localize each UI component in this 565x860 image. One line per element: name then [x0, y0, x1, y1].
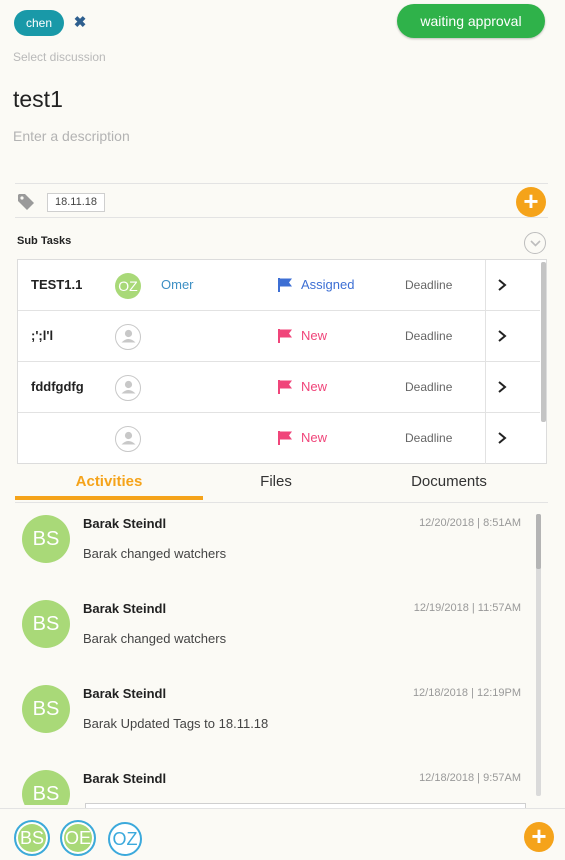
avatar: BS: [22, 685, 70, 733]
discussion-select[interactable]: Select discussion: [13, 50, 106, 64]
activity-item: BS Barak Steindl 12/19/2018 | 11:57AM Ba…: [13, 590, 523, 675]
subtask-name[interactable]: ;';l'l: [31, 328, 53, 343]
activity-feed: BS Barak Steindl 12/20/2018 | 8:51AM Bar…: [13, 505, 543, 805]
avatar: BS: [22, 515, 70, 563]
activity-text: Barak changed watchers: [83, 631, 227, 646]
user-placeholder-icon: [115, 426, 141, 452]
divider: [485, 362, 486, 413]
subtask-deadline[interactable]: Deadline: [405, 431, 452, 445]
subtask-row[interactable]: TEST1.1 OZ Omer Assigned Deadline: [18, 260, 540, 311]
subtask-status[interactable]: Assigned: [301, 277, 354, 292]
tab-activities[interactable]: Activities: [15, 472, 203, 500]
description-field[interactable]: Enter a description: [13, 128, 130, 144]
user-placeholder-icon: [115, 324, 141, 350]
chevron-down-circle-icon[interactable]: [524, 232, 546, 254]
subtasks-label: Sub Tasks: [17, 235, 72, 247]
tag-icon: [18, 194, 34, 210]
chevron-right-icon[interactable]: [495, 277, 509, 293]
flag-icon: [278, 278, 292, 292]
activity-item: BS Barak Steindl 12/18/2018 | 9:57AM: [13, 760, 523, 805]
activity-text: Barak changed watchers: [83, 546, 227, 561]
status-button[interactable]: waiting approval: [397, 4, 545, 38]
user-placeholder-icon: [115, 375, 141, 401]
flag-icon: [278, 380, 292, 394]
subtask-deadline[interactable]: Deadline: [405, 380, 452, 394]
activity-time: 12/18/2018 | 9:57AM: [419, 772, 521, 784]
divider: [485, 260, 486, 311]
feed-scrollbar-thumb[interactable]: [536, 514, 541, 569]
activity-time: 12/19/2018 | 11:57AM: [413, 602, 521, 614]
avatar: BS: [22, 600, 70, 648]
task-title[interactable]: test1: [13, 86, 63, 113]
activity-user: Barak Steindl: [83, 516, 167, 531]
activity-text: Barak Updated Tags to 18.11.18: [83, 716, 269, 731]
tab-documents[interactable]: Documents: [380, 472, 518, 500]
add-tag-button[interactable]: +: [516, 187, 546, 217]
divider: [15, 217, 548, 218]
divider: [485, 311, 486, 362]
watcher-avatar[interactable]: OE: [60, 820, 96, 856]
activity-time: 12/20/2018 | 8:51AM: [419, 517, 521, 529]
close-icon[interactable]: ✖: [72, 13, 88, 33]
watcher-avatar[interactable]: OZ: [108, 822, 142, 856]
chevron-right-icon[interactable]: [495, 328, 509, 344]
subtasks-scrollbar[interactable]: [541, 262, 546, 422]
subtask-name[interactable]: TEST1.1: [31, 277, 82, 292]
subtask-row[interactable]: New Deadline: [18, 413, 540, 464]
activity-item: BS Barak Steindl 12/20/2018 | 8:51AM Bar…: [13, 505, 523, 590]
subtask-name[interactable]: fddfgdfg: [31, 379, 84, 394]
chevron-right-icon[interactable]: [495, 379, 509, 395]
subtask-row[interactable]: fddfgdfg New Deadline: [18, 362, 540, 413]
add-watcher-button[interactable]: +: [524, 822, 554, 852]
tab-files[interactable]: Files: [216, 472, 336, 500]
avatar: OZ: [115, 273, 141, 299]
divider: [15, 183, 548, 184]
subtask-owner[interactable]: Omer: [161, 277, 194, 292]
avatar: BS: [22, 770, 70, 805]
subtask-status[interactable]: New: [301, 430, 327, 445]
tag-chip[interactable]: 18.11.18: [47, 193, 106, 212]
divider: [15, 502, 548, 503]
assignee-chip[interactable]: chen: [14, 10, 65, 36]
subtask-row[interactable]: ;';l'l New Deadline: [18, 311, 540, 362]
divider: [0, 808, 565, 809]
flag-icon: [278, 329, 292, 343]
subtask-deadline[interactable]: Deadline: [405, 329, 452, 343]
subtask-status[interactable]: New: [301, 379, 327, 394]
chevron-right-icon[interactable]: [495, 430, 509, 446]
activity-time: 12/18/2018 | 12:19PM: [412, 687, 521, 699]
activity-user: Barak Steindl: [83, 771, 167, 786]
watcher-avatar[interactable]: BS: [14, 820, 50, 856]
divider: [485, 413, 486, 464]
subtask-status[interactable]: New: [301, 328, 327, 343]
subtasks-table: TEST1.1 OZ Omer Assigned Deadline ;';l'l…: [17, 259, 547, 464]
activity-user: Barak Steindl: [83, 686, 167, 701]
activity-user: Barak Steindl: [83, 601, 167, 616]
flag-icon: [278, 431, 292, 445]
activity-item: BS Barak Steindl 12/18/2018 | 12:19PM Ba…: [13, 675, 523, 760]
subtask-deadline[interactable]: Deadline: [405, 278, 452, 292]
